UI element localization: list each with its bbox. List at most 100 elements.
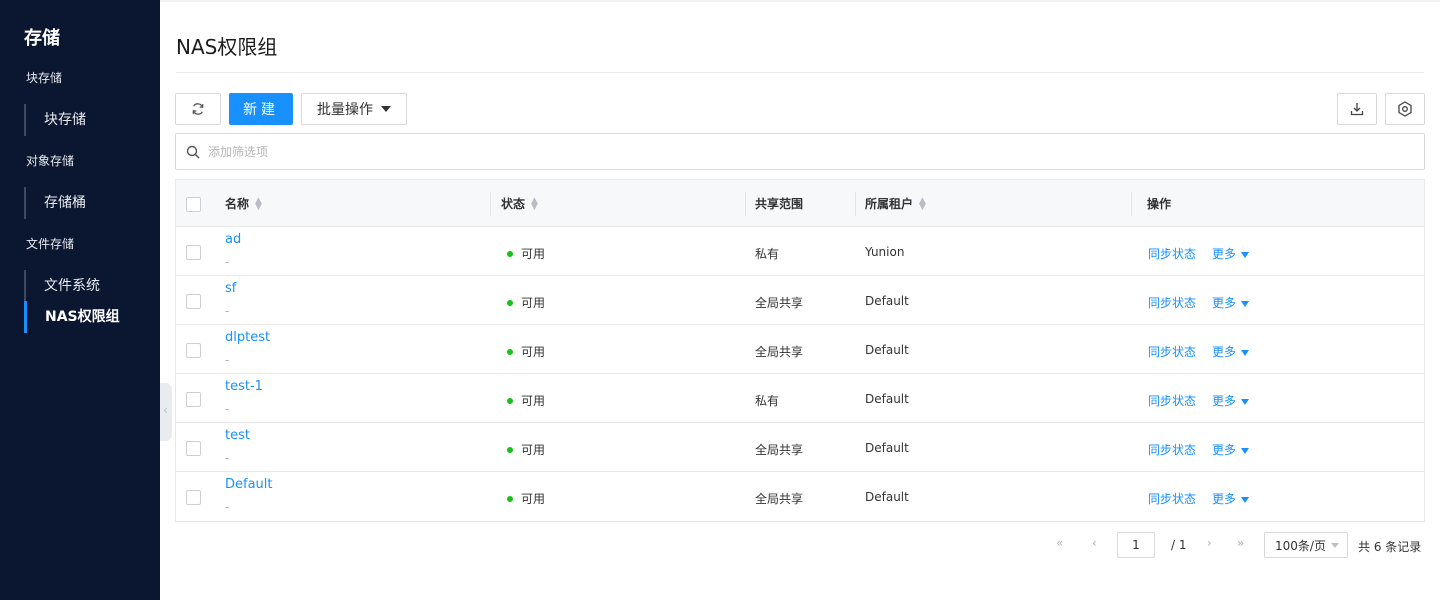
header-status[interactable]: 状态 ▲ ▼ [501,180,538,227]
sidebar-item-nas-permission-group[interactable]: NAS权限组 [24,301,160,333]
sync-status-link[interactable]: 同步状态 [1148,490,1196,507]
row-name-link[interactable]: Default [225,477,273,492]
caret-down-icon [1241,251,1250,258]
status-label: 可用 [521,394,546,408]
status-badge: 可用 [507,441,545,458]
row-description: - [225,500,230,514]
status-dot-icon [507,250,513,257]
header-status-label: 状态 [501,197,526,211]
more-dropdown[interactable]: 更多 [1212,490,1250,507]
settings-button[interactable] [1385,93,1425,125]
chevron-left-icon: ‹ [163,403,168,417]
page-size-select[interactable]: 100条/页 [1264,532,1348,558]
new-button[interactable]: 新建 [229,93,293,125]
table-row: test-1 - 可用 私有 Default 同步状态 更多 [176,374,1424,423]
select-all-checkbox[interactable] [186,197,201,212]
prev-page-icon[interactable]: ‹ [1092,536,1097,562]
sync-status-link[interactable]: 同步状态 [1148,245,1196,262]
batch-actions-label: 批量操作 [317,102,373,118]
row-scope: 私有 [755,394,780,408]
row-name-link[interactable]: test [225,428,250,443]
first-page-icon[interactable]: « [1056,536,1063,562]
status-label: 可用 [521,345,546,359]
title-divider [176,72,1424,73]
table-row: sf - 可用 全局共享 Default 同步状态 更多 [176,276,1424,325]
more-dropdown[interactable]: 更多 [1212,343,1250,360]
more-dropdown[interactable]: 更多 [1212,294,1250,311]
filter-input[interactable] [208,144,808,159]
filter-search-bar[interactable] [175,133,1425,170]
status-dot-icon [507,397,513,404]
row-checkbox[interactable] [186,294,201,309]
sync-status-link[interactable]: 同步状态 [1148,294,1196,311]
caret-down-icon [1241,496,1250,503]
status-label: 可用 [521,492,546,506]
more-dropdown[interactable]: 更多 [1212,245,1250,262]
row-checkbox[interactable] [186,392,201,407]
more-label: 更多 [1212,394,1237,408]
row-description: - [225,255,230,269]
status-badge: 可用 [507,490,545,507]
sort-icon: ▲ ▼ [255,195,262,212]
header-scope-label: 共享范围 [755,197,804,211]
next-page-icon[interactable]: › [1207,536,1212,562]
top-divider [160,0,1440,2]
caret-down-icon [1331,543,1339,548]
row-checkbox[interactable] [186,343,201,358]
page-title: NAS权限组 [176,35,278,59]
sidebar-item-bucket[interactable]: 存储桶 [24,187,160,219]
row-description: - [225,402,230,416]
table-row: Default - 可用 全局共享 Default 同步状态 更多 [176,472,1424,521]
row-name-link[interactable]: test-1 [225,379,263,394]
header-actions-label: 操作 [1147,197,1172,211]
more-dropdown[interactable]: 更多 [1212,441,1250,458]
sidebar-item-file-system[interactable]: 文件系统 [24,270,160,302]
sidebar-group-object-storage: 对象存储 [26,154,75,168]
total-pages: / 1 [1171,538,1187,552]
row-scope: 全局共享 [755,345,804,359]
row-checkbox[interactable] [186,441,201,456]
table-row: dlptest - 可用 全局共享 Default 同步状态 更多 [176,325,1424,374]
header-tenant-label: 所属租户 [865,197,914,211]
row-description: - [225,451,230,465]
header-tenant[interactable]: 所属租户 ▲ ▼ [865,180,926,227]
sidebar-collapse-handle[interactable]: ‹ [160,383,172,441]
header-name-label: 名称 [225,197,250,211]
refresh-button[interactable] [175,93,221,125]
row-description: - [225,304,230,318]
header-scope: 共享范围 [755,180,803,227]
last-page-icon[interactable]: » [1237,536,1244,562]
caret-down-icon [381,106,391,112]
sync-status-link[interactable]: 同步状态 [1148,441,1196,458]
sync-status-link[interactable]: 同步状态 [1148,343,1196,360]
more-label: 更多 [1212,443,1237,457]
page-number-input[interactable]: 1 [1117,532,1155,558]
more-label: 更多 [1212,247,1237,261]
row-checkbox[interactable] [186,490,201,505]
more-label: 更多 [1212,492,1237,506]
more-dropdown[interactable]: 更多 [1212,392,1250,409]
sidebar-item-block-storage[interactable]: 块存储 [24,104,160,136]
row-scope: 私有 [755,247,780,261]
row-scope: 全局共享 [755,443,804,457]
row-name-link[interactable]: dlptest [225,330,270,345]
row-tenant: Default [865,490,909,504]
sync-status-link[interactable]: 同步状态 [1148,392,1196,409]
page-size-label: 100条/页 [1275,538,1326,553]
sidebar-group-file-storage: 文件存储 [26,237,75,251]
row-tenant: Default [865,392,909,406]
status-badge: 可用 [507,245,545,262]
sidebar-group-block-storage: 块存储 [26,71,63,85]
table-row: ad - 可用 私有 Yunion 同步状态 更多 [176,227,1424,276]
header-name[interactable]: 名称 ▲ ▼ [225,180,262,227]
row-checkbox[interactable] [186,245,201,260]
refresh-icon [192,103,204,115]
row-tenant: Default [865,294,909,308]
row-tenant: Yunion [865,245,905,259]
batch-actions-dropdown[interactable]: 批量操作 [301,93,407,125]
status-dot-icon [507,446,513,453]
download-button[interactable] [1337,93,1377,125]
caret-down-icon [1241,398,1250,405]
row-name-link[interactable]: ad [225,232,241,247]
row-name-link[interactable]: sf [225,281,236,296]
